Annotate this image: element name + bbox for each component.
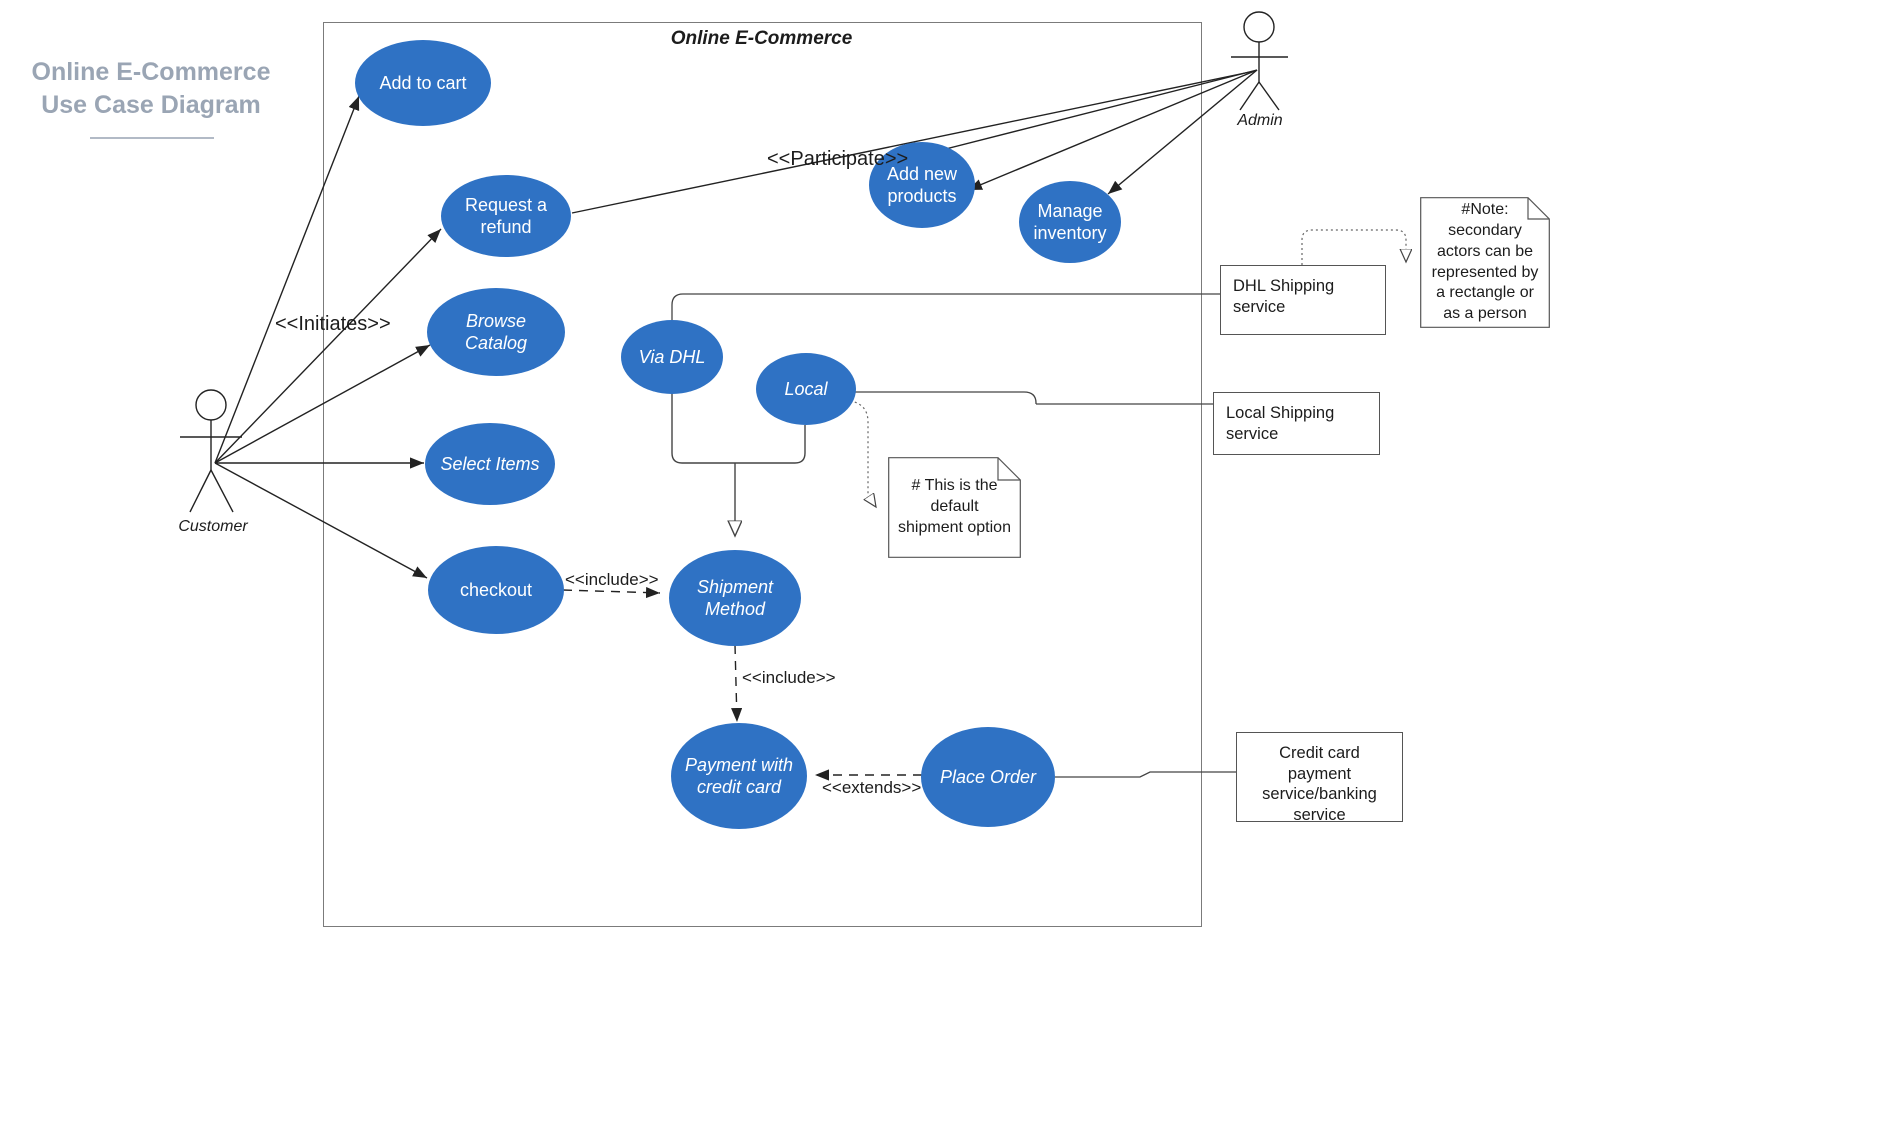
note-default-shipment-text: # This is the default shipment option xyxy=(898,477,1011,536)
use-case-shipment-method[interactable]: Shipment Method xyxy=(669,550,801,646)
relationship-label-participate: <<Participate>> xyxy=(767,148,909,170)
use-case-via-dhl[interactable]: Via DHL xyxy=(621,320,723,394)
use-case-manage-inventory[interactable]: Manage inventory xyxy=(1019,181,1121,263)
external-system-local-shipping-service[interactable]: Local Shipping service xyxy=(1213,392,1380,455)
use-case-local[interactable]: Local xyxy=(756,353,856,425)
relationship-label-include-payment: <<include>> xyxy=(742,668,836,687)
use-case-select-items[interactable]: Select Items xyxy=(425,423,555,505)
actor-label-admin: Admin xyxy=(1237,112,1283,129)
external-system-local-label: Local Shipping service xyxy=(1226,404,1335,443)
use-case-place-order[interactable]: Place Order xyxy=(921,727,1055,827)
relationship-label-initiates: <<Initiates>> xyxy=(275,313,391,335)
note-secondary-actors-text: #Note: secondary actors can be represent… xyxy=(1431,201,1539,323)
external-system-credit-card-label: Credit card payment service/banking serv… xyxy=(1262,744,1377,824)
use-case-add-to-cart[interactable]: Add to cart xyxy=(355,40,491,126)
use-case-payment-with-credit-card[interactable]: Payment with credit card xyxy=(671,723,807,829)
note-default-shipment: # This is the default shipment option xyxy=(888,457,1021,558)
relationship-label-extends: <<extends>> xyxy=(822,778,922,797)
actor-label-customer: Customer xyxy=(178,518,248,535)
external-system-dhl-shipping-service[interactable]: DHL Shipping service xyxy=(1220,265,1386,335)
use-case-diagram-canvas: Online E-Commerce Use Case Diagram Onlin… xyxy=(0,0,1891,1138)
use-case-checkout[interactable]: checkout xyxy=(428,546,564,634)
use-case-request-a-refund[interactable]: Request a refund xyxy=(441,175,571,257)
customer-actor-figure xyxy=(180,389,242,513)
use-case-browse-catalog[interactable]: Browse Catalog xyxy=(427,288,565,376)
note-secondary-actors: #Note: secondary actors can be represent… xyxy=(1420,197,1550,328)
admin-actor-figure xyxy=(1231,11,1288,111)
external-system-dhl-label: DHL Shipping service xyxy=(1233,277,1335,316)
relationship-label-include-checkout: <<include>> xyxy=(565,570,659,589)
external-system-credit-card-service[interactable]: Credit card payment service/banking serv… xyxy=(1236,732,1403,824)
